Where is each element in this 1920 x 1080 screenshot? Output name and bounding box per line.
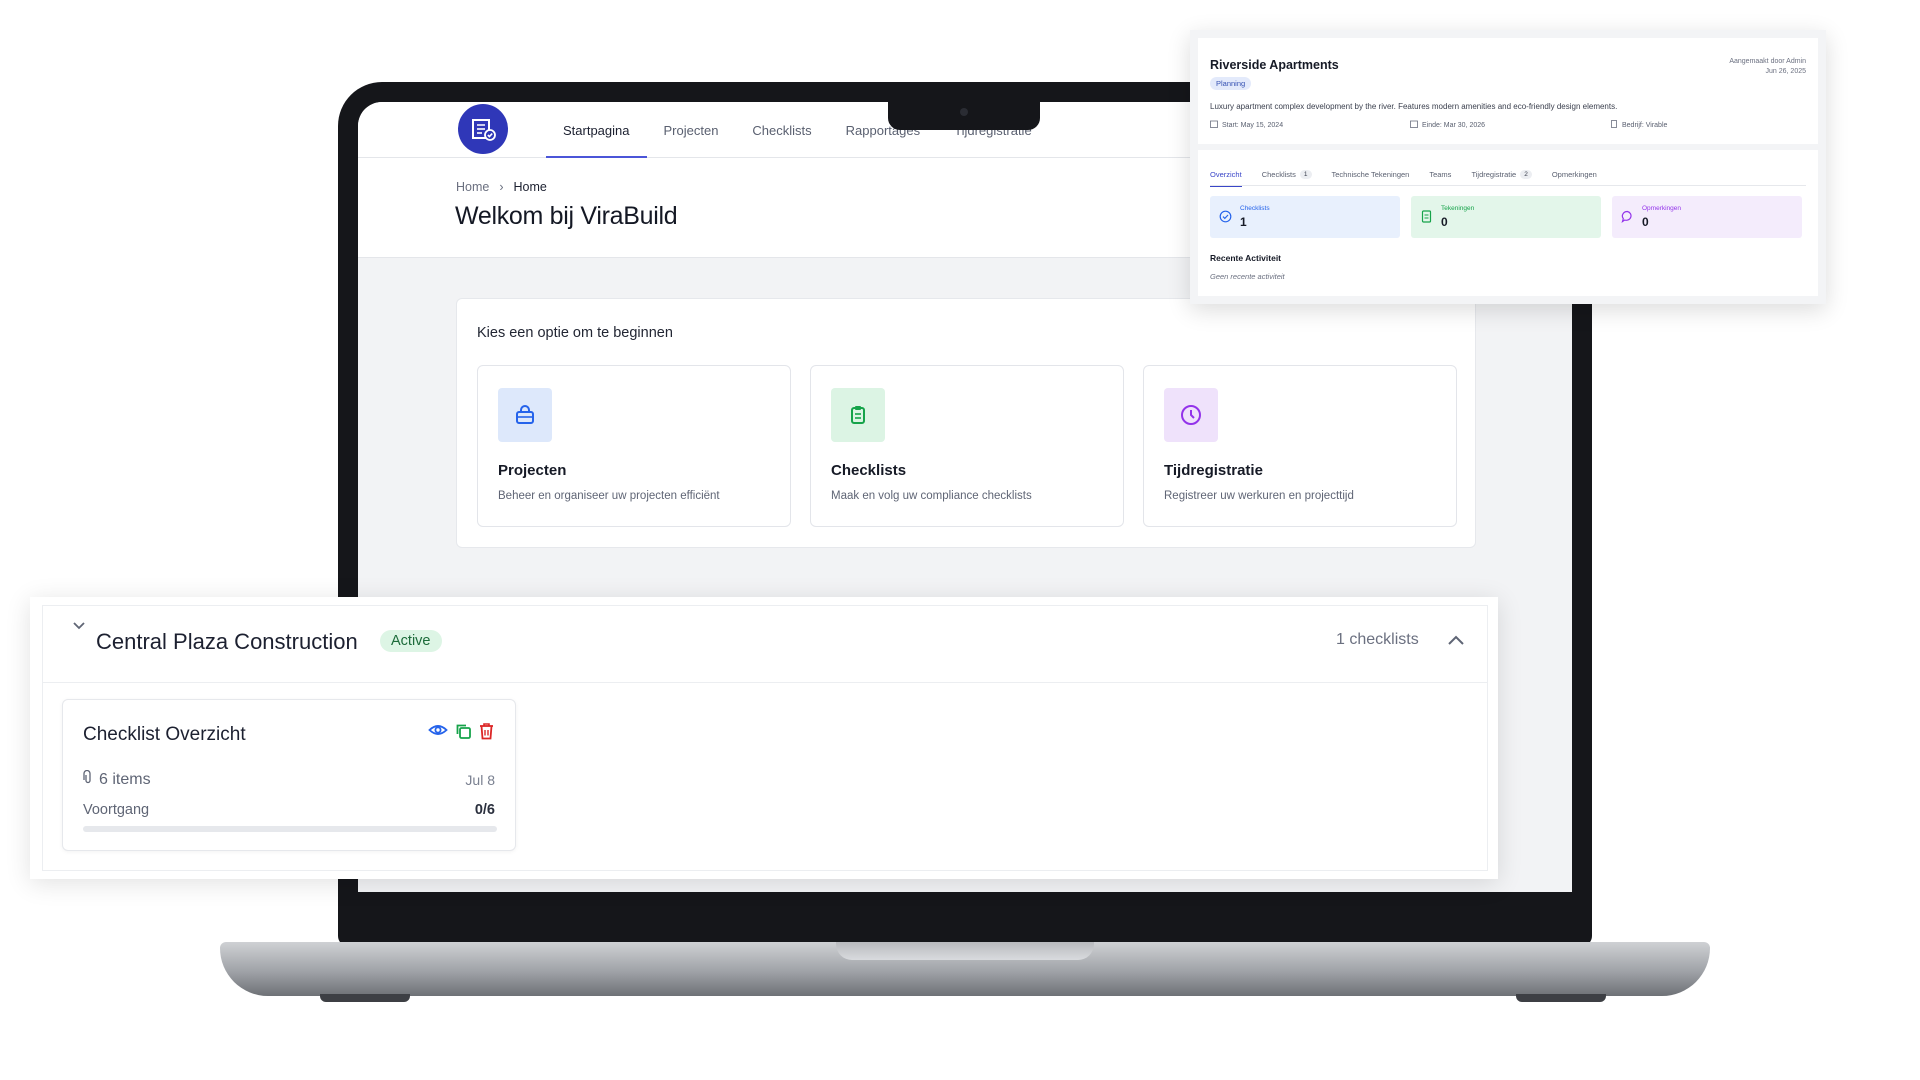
breadcrumb-home-link[interactable]: Home [456,180,489,194]
chevron-up-icon[interactable] [1446,633,1466,652]
breadcrumb-current: Home [513,180,547,194]
stat-value: 1 [1240,215,1247,229]
calendar-icon [1210,120,1218,130]
panel-title: Kies een optie om te beginnen [477,325,673,341]
project-name: Central Plaza Construction [96,629,358,654]
clock-icon [1164,388,1218,442]
checklist-group-card: Central Plaza Construction Active 1 chec… [30,597,1498,879]
start-options-panel: Kies een optie om te beginnen Projecten … [456,298,1476,548]
stat-checklists[interactable]: Checklists 1 [1210,196,1400,238]
project-detail-card: Riverside Apartments Planning Aangemaakt… [1190,30,1826,304]
tab-opmerkingen[interactable]: Opmerkingen [1552,162,1597,186]
tab-label: Overzicht [1210,169,1242,179]
project-name: Riverside Apartments [1210,58,1339,72]
nav-projecten[interactable]: Projecten [647,102,736,158]
trash-icon[interactable] [478,722,495,745]
project-description: Luxury apartment complex development by … [1210,102,1618,111]
page-title: Welkom bij ViraBuild [455,202,678,230]
building-icon [1610,120,1618,130]
laptop-foot [320,994,410,1002]
checklist-actions [428,722,495,745]
stat-value: 0 [1642,215,1649,229]
laptop-foot [1516,994,1606,1002]
start-date-text: Start: May 15, 2024 [1222,121,1284,129]
created-info: Aangemaakt door Admin Jun 26, 2025 [1729,57,1806,77]
breadcrumb: Home › Home [456,180,547,194]
virabuild-logo[interactable] [458,104,508,154]
checklist-title: Checklist Overzicht [83,724,246,745]
screen-notch [888,102,1040,130]
chevron-down-icon[interactable] [72,619,86,638]
chevron-right-icon: › [499,180,504,194]
stat-opmerkingen[interactable]: Opmerkingen 0 [1612,196,1802,238]
copy-icon[interactable] [454,722,472,745]
created-date: Jun 26, 2025 [1765,68,1806,75]
comment-icon [1621,210,1634,228]
status-badge: Planning [1210,77,1252,90]
items-count: 6 items [83,769,151,789]
tab-technische-tekeningen[interactable]: Technische Tekeningen [1332,162,1410,186]
project-tabs-panel: Overzicht Checklists 1 Technische Tekenin… [1198,150,1818,296]
document-icon [1420,210,1433,228]
recent-activity-title: Recente Activiteit [1210,253,1282,263]
card-description: Registreer uw werkuren en projecttijd [1164,490,1354,502]
card-title: Checklists [831,462,907,479]
stat-label: Tekeningen [1441,205,1475,212]
stat-label: Checklists [1240,205,1270,212]
webcam [960,108,968,116]
nav-checklists[interactable]: Checklists [735,102,828,158]
briefcase-icon [498,388,552,442]
progress-value: 0/6 [474,802,495,818]
start-date: Start: May 15, 2024 [1210,120,1283,130]
laptop-groove [836,942,1094,960]
card-description: Maak en volg uw compliance checklists [831,490,1032,502]
project-summary: Riverside Apartments Planning Aangemaakt… [1198,38,1818,144]
tab-label: Teams [1429,169,1452,179]
tab-checklists[interactable]: Checklists 1 [1262,162,1312,186]
nav-startpagina[interactable]: Startpagina [546,102,647,158]
paperclip-icon [83,769,93,789]
stat-label: Opmerkingen [1642,205,1682,212]
tab-label: Tijdregistratie [1471,169,1517,179]
checklist-item-card[interactable]: Checklist Overzicht 6 items Jul 8 Voortg… [62,699,516,851]
building-logo-icon [472,119,496,141]
tab-label: Technische Tekeningen [1331,169,1410,179]
status-badge: Active [380,630,442,652]
card-tijdregistratie[interactable]: Tijdregistratie Registreer uw werkuren e… [1143,365,1457,527]
tab-count-badge: 2 [1520,169,1532,179]
calendar-icon [1410,120,1418,130]
created-by: Aangemaakt door Admin [1729,58,1806,65]
card-projecten[interactable]: Projecten Beheer en organiseer uw projec… [477,365,791,527]
stat-value: 0 [1441,215,1448,229]
check-circle-icon [1219,210,1232,228]
company: Bedrijf: Virable [1610,120,1667,130]
clipboard-icon [831,388,885,442]
stat-tekeningen[interactable]: Tekeningen 0 [1411,196,1601,238]
tab-teams[interactable]: Teams [1429,162,1451,186]
tab-label: Checklists [1261,169,1296,179]
card-title: Projecten [498,462,567,479]
progress-label: Voortgang [83,802,150,818]
checklist-count: 1 checklists [1336,631,1419,648]
company-text: Bedrijf: Virable [1622,121,1668,129]
tab-label: Opmerkingen [1551,169,1597,179]
project-tabs: Overzicht Checklists 1 Technische Tekenin… [1210,162,1806,187]
tab-overzicht[interactable]: Overzicht [1210,162,1242,187]
end-date: Einde: Mar 30, 2026 [1410,120,1485,130]
recent-activity-empty: Geen recente activiteit [1210,272,1285,281]
end-date-text: Einde: Mar 30, 2026 [1422,121,1486,129]
tab-tijdregistratie[interactable]: Tijdregistratie 2 [1471,162,1532,186]
tab-count-badge: 1 [1299,169,1312,179]
card-title: Tijdregistratie [1164,462,1263,479]
card-checklists[interactable]: Checklists Maak en volg uw compliance ch… [810,365,1124,527]
card-description: Beheer en organiseer uw projecten effici… [498,490,720,502]
eye-icon[interactable] [428,722,448,745]
items-count-text: 6 items [99,770,151,788]
checklist-date: Jul 8 [465,772,495,788]
progress-bar [83,826,497,832]
